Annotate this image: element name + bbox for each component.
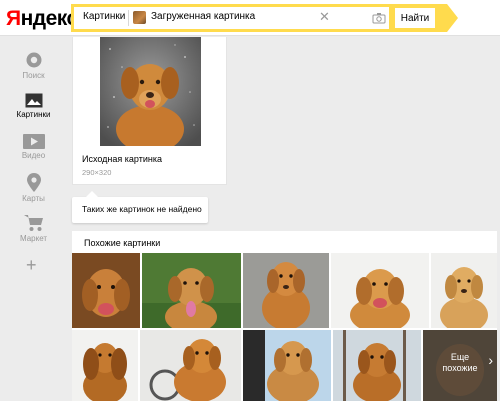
uploaded-image-label: Загруженная картинка xyxy=(151,11,256,22)
similar-image[interactable] xyxy=(431,253,497,328)
sidebar-item-label: Маркет xyxy=(19,234,48,243)
similar-image[interactable] xyxy=(243,253,329,328)
more-similar-line1: Еще xyxy=(450,352,470,362)
video-icon xyxy=(22,134,45,149)
same-images-message: Таких же картинок не найдено xyxy=(82,204,202,214)
same-images-notice: Таких же картинок не найдено xyxy=(72,191,208,223)
source-image-card: Исходная картинка 290×320 xyxy=(72,37,227,185)
similar-image[interactable] xyxy=(72,253,140,328)
find-button[interactable]: Найти xyxy=(395,8,435,28)
yandex-logo[interactable]: Яндекс xyxy=(6,7,78,31)
more-similar-label: Еще похожие xyxy=(423,352,497,374)
more-similar-button[interactable]: Еще похожие › xyxy=(423,330,497,401)
source-image[interactable] xyxy=(100,37,201,146)
similar-images-section: Похожие картинки Еще похожие › xyxy=(72,231,497,401)
similar-image[interactable] xyxy=(333,330,421,401)
source-image-size: 290×320 xyxy=(82,168,112,177)
notice-tip xyxy=(86,191,98,197)
sidebar-item-label: Картинки xyxy=(16,110,51,119)
sidebar-item-images[interactable]: Картинки xyxy=(0,93,67,119)
sidebar-item-label: Видео xyxy=(21,151,46,160)
source-image-title: Исходная картинка xyxy=(82,154,162,164)
search-separator xyxy=(128,10,129,26)
more-similar-line2: похожие xyxy=(442,363,478,373)
images-icon xyxy=(25,93,42,108)
service-sidebar: Поиск Картинки Видео Карты Маркет + xyxy=(0,37,67,401)
logo-first-letter: Я xyxy=(6,7,21,30)
sidebar-item-search[interactable]: Поиск xyxy=(0,51,67,80)
top-bar: Яндекс Картинки Загруженная картинка ✕ Н… xyxy=(0,0,500,36)
search-icon xyxy=(26,52,41,68)
similar-image[interactable] xyxy=(243,330,331,401)
search-input[interactable]: Картинки Загруженная картинка ✕ xyxy=(74,7,389,29)
logo-rest: ндекс xyxy=(20,7,79,30)
plus-icon[interactable]: + xyxy=(26,255,37,276)
similar-image[interactable] xyxy=(331,253,429,328)
camera-icon[interactable] xyxy=(371,10,387,26)
sidebar-item-market[interactable]: Маркет xyxy=(0,214,67,243)
sidebar-item-maps[interactable]: Карты xyxy=(0,173,67,203)
similar-image[interactable] xyxy=(142,253,241,328)
cart-icon xyxy=(23,215,43,231)
similar-images-title: Похожие картинки xyxy=(84,238,161,248)
similar-image[interactable] xyxy=(72,330,138,401)
search-arrow-decoration xyxy=(447,4,458,32)
chevron-right-icon: › xyxy=(488,352,493,368)
sidebar-item-label: Карты xyxy=(22,194,45,203)
close-icon[interactable]: ✕ xyxy=(319,9,330,25)
search-form: Картинки Загруженная картинка ✕ Найти xyxy=(71,4,458,32)
sidebar-item-video[interactable]: Видео xyxy=(0,134,67,160)
similar-image[interactable] xyxy=(140,330,241,401)
search-scope-label[interactable]: Картинки xyxy=(83,11,125,22)
uploaded-thumbnail xyxy=(133,11,146,24)
map-pin-icon xyxy=(26,173,41,192)
sidebar-item-label: Поиск xyxy=(22,71,45,80)
